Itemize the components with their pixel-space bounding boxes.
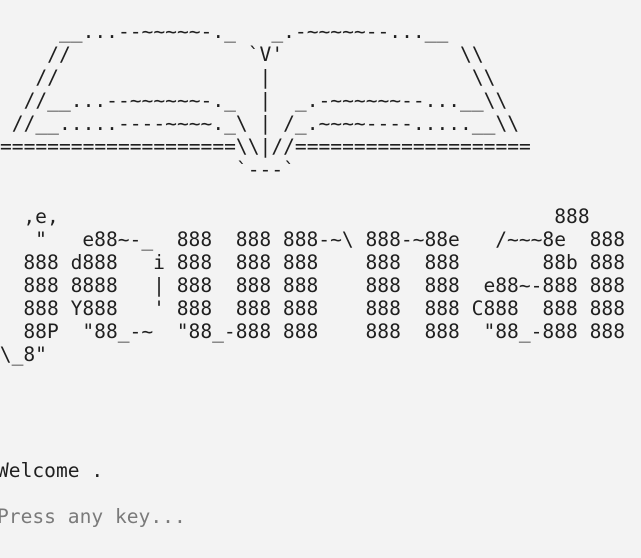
press-any-key-prompt[interactable]: Press any key... bbox=[0, 505, 186, 528]
ascii-journal-logo: ,e, 888 " e88~-_ 888 888 888-~\ 888-~88e… bbox=[0, 205, 626, 366]
ascii-book-art: __...--~~~~~-._ _.-~~~~~--...__ // `V' \… bbox=[0, 20, 531, 181]
terminal-window[interactable]: __...--~~~~~-._ _.-~~~~~--...__ // `V' \… bbox=[0, 0, 641, 558]
welcome-message: Welcome . bbox=[0, 459, 104, 482]
